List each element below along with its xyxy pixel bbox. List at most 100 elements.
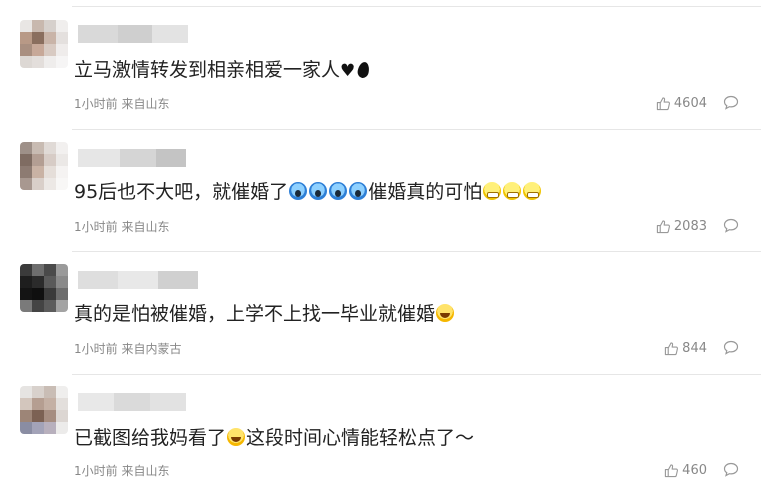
avatar-pixel <box>56 386 68 398</box>
grin-emoji-icon <box>483 182 502 200</box>
avatar-pixel <box>44 386 56 398</box>
username[interactable] <box>78 25 238 43</box>
reply-icon[interactable] <box>723 218 739 233</box>
avatar-pixel <box>32 288 44 300</box>
grin-emoji-icon <box>503 182 522 200</box>
username-blur <box>120 149 156 167</box>
comment-text-part: 立马激情转发到相亲相爱一家人 <box>74 59 341 81</box>
avatar-pixel <box>20 288 32 300</box>
comment-text: 已截图给我妈看了 这段时间心情能轻松点了～ <box>74 425 474 451</box>
comment-item: 95后也不大吧，就催婚了 催婚真的可怕 1小时前 来自山东 2083 <box>0 122 761 244</box>
divider <box>72 251 761 252</box>
avatar-pixel <box>56 20 68 32</box>
avatar-pixel <box>20 154 32 166</box>
avatar[interactable] <box>20 386 68 434</box>
comment-text: 立马激情转发到相亲相爱一家人♥ <box>74 57 371 84</box>
avatar-pixel <box>56 264 68 276</box>
reply-icon[interactable] <box>723 95 739 110</box>
avatar-pixel <box>32 410 44 422</box>
avatar-pixel <box>32 154 44 166</box>
username-blur <box>152 25 188 43</box>
like-button[interactable]: 2083 <box>656 218 707 234</box>
grin-emoji-icon <box>523 182 542 200</box>
avatar-pixel <box>32 300 44 312</box>
username-blur <box>150 393 186 411</box>
avatar-pixel <box>20 44 32 56</box>
avatar[interactable] <box>20 142 68 190</box>
scared-emoji-icon <box>289 182 308 200</box>
username-blur <box>156 149 186 167</box>
username-blur <box>118 271 158 289</box>
username[interactable] <box>78 149 238 167</box>
avatar-pixel <box>32 422 44 434</box>
like-count: 2083 <box>673 218 707 234</box>
avatar-pixel <box>44 264 56 276</box>
avatar-pixel <box>20 178 32 190</box>
comment-item: 立马激情转发到相亲相爱一家人♥ 1小时前 来自山东 4604 <box>0 0 761 122</box>
avatar-pixel <box>32 276 44 288</box>
like-count: 844 <box>682 340 707 356</box>
like-button[interactable]: 844 <box>664 340 707 356</box>
like-button[interactable]: 4604 <box>656 95 707 111</box>
avatar-pixel <box>20 56 32 68</box>
avatar-pixel <box>32 166 44 178</box>
avatar-pixel <box>32 178 44 190</box>
username-blur <box>78 393 114 411</box>
divider <box>72 374 761 375</box>
username-blur <box>158 271 198 289</box>
comment-meta: 1小时前 来自山东 <box>74 464 170 478</box>
avatar-pixel <box>44 166 56 178</box>
avatar-pixel <box>32 142 44 154</box>
avatar-pixel <box>20 166 32 178</box>
avatar-pixel <box>44 20 56 32</box>
comment-text-part: 已截图给我妈看了 <box>74 427 227 449</box>
avatar-pixel <box>20 142 32 154</box>
divider <box>72 129 761 130</box>
comment-text-part: 真的是怕被催婚，上学不上找一毕业就催婚 <box>74 303 436 325</box>
laugh-emoji-icon <box>227 428 246 446</box>
comment-text-part: 这段时间心情能轻松点了～ <box>246 427 475 449</box>
like-button[interactable]: 460 <box>664 462 707 478</box>
like-count: 460 <box>682 462 707 478</box>
scared-emoji-icon <box>349 182 368 200</box>
avatar-pixel <box>56 142 68 154</box>
comment-item: 已截图给我妈看了 这段时间心情能轻松点了～ 1小时前 来自山东 460 <box>0 366 761 488</box>
avatar-pixel <box>20 32 32 44</box>
avatar-pixel <box>44 154 56 166</box>
avatar-pixel <box>44 142 56 154</box>
avatar-pixel <box>32 20 44 32</box>
avatar-pixel <box>44 178 56 190</box>
avatar-pixel <box>32 56 44 68</box>
avatar-pixel <box>32 386 44 398</box>
avatar-pixel <box>44 398 56 410</box>
avatar-pixel <box>44 288 56 300</box>
scared-emoji-icon <box>329 182 348 200</box>
avatar[interactable] <box>20 20 68 68</box>
username[interactable] <box>78 393 238 411</box>
reply-icon[interactable] <box>723 340 739 355</box>
avatar-pixel <box>20 386 32 398</box>
avatar-pixel <box>32 44 44 56</box>
avatar-pixel <box>56 44 68 56</box>
avatar-pixel <box>20 276 32 288</box>
comment-item: 真的是怕被催婚，上学不上找一毕业就催婚 1小时前 来自内蒙古 844 <box>0 244 761 366</box>
avatar[interactable] <box>20 264 68 312</box>
thumbs-up-icon <box>665 463 679 477</box>
avatar-pixel <box>20 398 32 410</box>
avatar-pixel <box>32 264 44 276</box>
avatar-pixel <box>56 288 68 300</box>
thumbs-up-icon <box>656 96 670 110</box>
reply-icon[interactable] <box>723 462 739 477</box>
avatar-pixel <box>56 154 68 166</box>
thumbs-up-icon <box>656 219 670 233</box>
username[interactable] <box>78 271 238 289</box>
avatar-pixel <box>56 56 68 68</box>
avatar-pixel <box>56 398 68 410</box>
avatar-pixel <box>56 178 68 190</box>
fire-icon <box>356 61 371 79</box>
avatar-pixel <box>20 20 32 32</box>
avatar-pixel <box>56 300 68 312</box>
username-blur <box>114 393 150 411</box>
username-blur <box>118 25 152 43</box>
avatar-pixel <box>32 398 44 410</box>
